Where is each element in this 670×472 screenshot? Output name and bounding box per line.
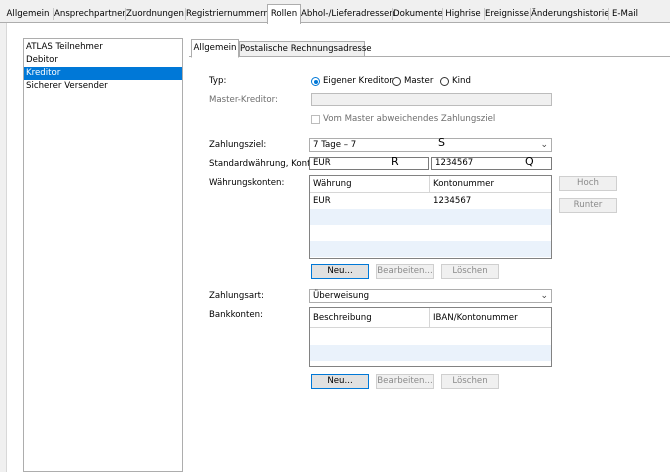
tab-dokumente[interactable]: Dokumente — [393, 6, 443, 22]
radio-eigener-kreditor[interactable] — [311, 77, 320, 86]
tab-abhol-lieferadressen[interactable]: Abhol-/Lieferadressen — [301, 6, 395, 22]
table-empty-row — [310, 241, 551, 257]
waehrungskonten-label: Währungskonten: — [209, 178, 285, 188]
zahlungsziel-value: 7 Tage – 7 — [313, 140, 357, 150]
radio-kind-label[interactable]: Kind — [452, 76, 471, 86]
waehrungskonten-table[interactable]: Währung Kontonummer EUR 1234567 — [309, 175, 552, 259]
zahlungsart-label: Zahlungsart: — [209, 291, 264, 301]
tab-rollen[interactable]: Rollen — [267, 4, 301, 24]
vom-master-checkbox[interactable] — [311, 115, 320, 124]
zahlungsziel-label: Zahlungsziel: — [209, 140, 267, 150]
radio-kind[interactable] — [440, 77, 449, 86]
tab-highrise[interactable]: Highrise — [443, 6, 483, 22]
chevron-down-icon: ⌄ — [540, 140, 548, 150]
zahlungsart-value: Überweisung — [313, 291, 370, 301]
overlay-letter-r: R — [391, 155, 399, 168]
inner-tab-allgemein[interactable]: Allgemein — [191, 39, 239, 58]
role-atlas-teilnehmer[interactable]: ATLAS Teilnehmer — [24, 41, 182, 54]
tab-email[interactable]: E-Mail — [609, 6, 641, 22]
radio-eigener-kreditor-label[interactable]: Eigener Kreditor — [323, 76, 393, 86]
zahlungsart-select[interactable]: Überweisung ⌄ — [309, 289, 552, 303]
overlay-letter-q: Q — [525, 155, 534, 168]
master-kreditor-field — [311, 93, 552, 106]
radio-master-label[interactable]: Master — [404, 76, 433, 86]
hoch-button[interactable]: Hoch — [559, 176, 617, 191]
table-header-kontonummer[interactable]: Kontonummer — [430, 176, 551, 193]
table-header-waehrung[interactable]: Währung — [310, 176, 430, 193]
table-row-waehrung[interactable]: EUR — [310, 193, 430, 209]
role-debitor[interactable]: Debitor — [24, 54, 182, 67]
table-header-iban[interactable]: IBAN/Kontonummer — [430, 308, 551, 328]
bankkonten-loeschen-button[interactable]: Löschen — [441, 374, 499, 389]
waehrungskonten-loeschen-button[interactable]: Löschen — [441, 264, 499, 279]
typ-label: Typ: — [209, 76, 227, 86]
table-empty-row — [310, 345, 551, 361]
overlay-letter-s: S — [438, 136, 445, 149]
radio-master[interactable] — [392, 77, 401, 86]
roles-panel: ATLAS Teilnehmer Debitor Kreditor Sicher… — [6, 22, 670, 472]
roles-list[interactable]: ATLAS Teilnehmer Debitor Kreditor Sicher… — [23, 38, 183, 472]
zahlungsziel-select[interactable]: 7 Tage – 7 ⌄ — [309, 138, 552, 152]
top-tab-strip: Allgemein Ansprechpartner Zuordnungen Re… — [0, 0, 670, 24]
waehrungskonten-bearbeiten-button[interactable]: Bearbeiten... — [376, 264, 434, 279]
waehrung-input[interactable]: EUR — [309, 157, 429, 170]
tab-allgemein[interactable]: Allgemein — [4, 6, 52, 22]
inner-tab-postalische-rechnungsadresse[interactable]: Postalische Rechnungsadresse — [239, 41, 372, 57]
bankkonten-label: Bankkonten: — [209, 310, 263, 320]
runter-button[interactable]: Runter — [559, 198, 617, 213]
waehrungskonten-neu-button[interactable]: Neu... — [311, 264, 369, 279]
table-row-kontonummer[interactable]: 1234567 — [430, 193, 550, 209]
bankkonten-table[interactable]: Beschreibung IBAN/Kontonummer — [309, 307, 552, 367]
tab-zuordnungen[interactable]: Zuordnungen — [126, 6, 184, 22]
tab-registriernummern[interactable]: Registriernummern — [186, 6, 269, 22]
standardwaehrung-label: Standardwährung, Konto: — [209, 159, 319, 169]
role-kreditor[interactable]: Kreditor — [24, 67, 182, 80]
vom-master-label: Vom Master abweichendes Zahlungsziel — [323, 114, 496, 124]
tab-ansprechpartner[interactable]: Ansprechpartner — [54, 6, 126, 22]
table-header-beschreibung[interactable]: Beschreibung — [310, 308, 430, 328]
inner-tab-border — [189, 56, 670, 57]
table-empty-row — [310, 209, 551, 225]
tab-ereignisse[interactable]: Ereignisse — [485, 6, 529, 22]
role-sicherer-versender[interactable]: Sicherer Versender — [24, 80, 182, 93]
bankkonten-bearbeiten-button[interactable]: Bearbeiten... — [376, 374, 434, 389]
master-kreditor-label: Master-Kreditor: — [209, 95, 278, 105]
tab-strip-border — [0, 22, 670, 23]
tab-aenderungshistorie[interactable]: Änderungshistorie — [531, 6, 610, 22]
chevron-down-icon: ⌄ — [540, 291, 548, 301]
bankkonten-neu-button[interactable]: Neu... — [311, 374, 369, 389]
